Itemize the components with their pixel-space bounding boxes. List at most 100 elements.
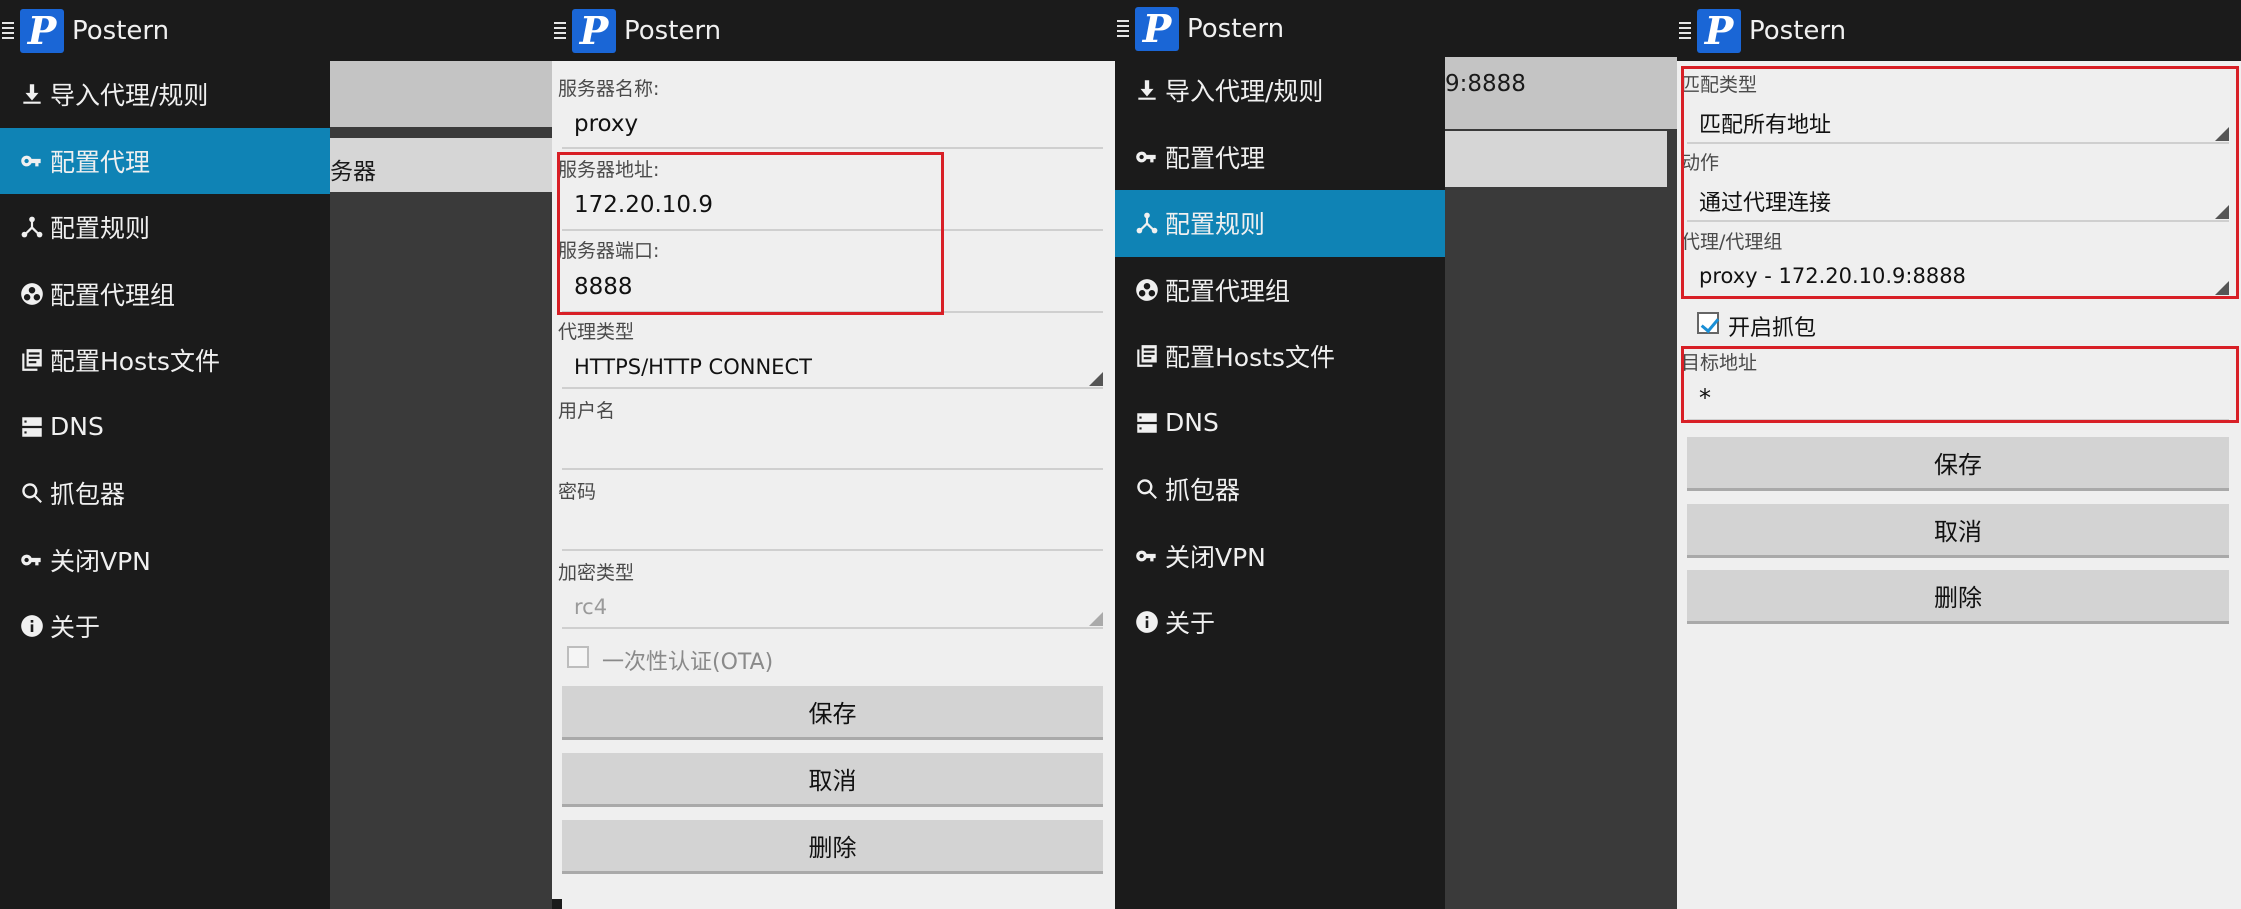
proxy-type-select[interactable]: HTTPS/HTTP CONNECT xyxy=(574,355,812,379)
background-toolbar xyxy=(330,61,552,127)
info-icon xyxy=(18,612,46,640)
panel-configure-proxy-drawer: P Postern 务器 导入代理/规则 配置代理 配置规则 配置代理组 配置Hosts… xyxy=(0,0,552,909)
drawer-item-label: 抓包器 xyxy=(1165,476,1241,506)
app-bar: P Postern xyxy=(1677,0,2241,61)
menu-icon[interactable] xyxy=(554,22,566,39)
drawer-item-label: 配置代理组 xyxy=(1165,276,1291,306)
drawer-item[interactable]: DNS xyxy=(0,394,330,461)
document-icon xyxy=(18,346,46,374)
drawer-item[interactable]: 配置代理 xyxy=(0,127,330,194)
drawer-item-label: 关闭VPN xyxy=(50,546,151,576)
drawer-item[interactable]: 导入代理/规则 xyxy=(1115,57,1445,124)
drawer-item-label: 关于 xyxy=(1165,609,1216,639)
download-icon xyxy=(18,80,46,108)
drawer-item-label: 配置规则 xyxy=(50,214,151,244)
delete-button[interactable]: 删除 xyxy=(562,820,1103,874)
drawer-item-label: DNS xyxy=(50,412,104,442)
app-title: Postern xyxy=(1187,13,1285,44)
navigation-drawer: 导入代理/规则 配置代理配置规则配置代理组配置Hosts文件 DNS 抓包器关闭VPN… xyxy=(1115,57,1445,909)
save-button[interactable]: 保存 xyxy=(562,686,1103,740)
divider xyxy=(562,627,1103,629)
password-label: 密码 xyxy=(558,481,597,503)
search-icon xyxy=(18,479,46,507)
background-row-text: 务器 xyxy=(330,159,376,185)
document-icon xyxy=(1133,342,1161,370)
app-bar: P Postern xyxy=(1115,0,1677,57)
drawer-item-label: 配置代理 xyxy=(1165,143,1266,173)
drawer-item-label: 关于 xyxy=(50,613,101,643)
divider xyxy=(562,468,1103,470)
highlight-box-rule-options xyxy=(1681,66,2239,299)
form-bottom-strip xyxy=(562,899,1115,909)
drawer-item[interactable]: 配置规则 xyxy=(0,194,330,261)
ota-label: 一次性认证(OTA) xyxy=(602,650,774,675)
menu-icon[interactable] xyxy=(1679,22,1691,39)
divider xyxy=(562,387,1103,389)
save-button[interactable]: 保存 xyxy=(1687,437,2229,491)
panel-proxy-edit-form: P Postern 服务器名称: proxy 服务器地址: 172.20.10.… xyxy=(552,0,1115,909)
dropdown-arrow-icon xyxy=(1089,372,1103,386)
proxy-form: 服务器名称: proxy 服务器地址: 172.20.10.9 服务器端口: 8… xyxy=(552,61,1115,899)
proxy-type-label: 代理类型 xyxy=(558,321,635,343)
drawer-item[interactable]: 配置代理组 xyxy=(0,261,330,328)
postern-logo-icon: P xyxy=(1135,6,1179,51)
cancel-button[interactable]: 取消 xyxy=(562,753,1103,807)
key-icon xyxy=(18,147,46,175)
drawer-item[interactable]: 关闭VPN xyxy=(0,527,330,594)
group-icon xyxy=(18,280,46,308)
drawer-item-label: 配置Hosts文件 xyxy=(1165,343,1335,373)
ota-checkbox[interactable] xyxy=(567,646,589,668)
divider xyxy=(562,549,1103,551)
server-name-label: 服务器名称: xyxy=(558,78,660,100)
drawer-item[interactable]: 关于 xyxy=(0,593,330,660)
highlight-box-address-port xyxy=(557,152,944,315)
fork-icon xyxy=(18,213,46,241)
drawer-item[interactable]: 配置规则 xyxy=(1115,190,1445,257)
encryption-type-select[interactable]: rc4 xyxy=(574,595,607,619)
cancel-button[interactable]: 取消 xyxy=(1687,504,2229,558)
delete-button[interactable]: 删除 xyxy=(1687,570,2229,624)
drawer-item-label: 导入代理/规则 xyxy=(50,81,209,111)
menu-icon[interactable] xyxy=(1117,20,1129,37)
capture-checkbox[interactable] xyxy=(1697,312,1719,334)
divider xyxy=(562,147,1103,149)
drawer-item[interactable]: 关闭VPN xyxy=(1115,523,1445,590)
key-icon xyxy=(18,546,46,574)
navigation-drawer: 导入代理/规则 配置代理配置规则配置代理组配置Hosts文件 DNS 抓包器关闭VPN… xyxy=(0,61,330,909)
app-title: Postern xyxy=(1749,15,1847,46)
server-name-input[interactable]: proxy xyxy=(574,111,638,137)
background-list-row xyxy=(1445,131,1667,187)
drawer-item-label: 关闭VPN xyxy=(1165,542,1266,572)
background-list-row: 务器 xyxy=(330,138,552,192)
username-label: 用户名 xyxy=(558,400,616,422)
drawer-item[interactable]: 配置Hosts文件 xyxy=(0,327,330,394)
panel-rule-edit-form: P Postern 匹配类型 匹配所有地址 动作 通过代理连接 代理/代理组 p… xyxy=(1677,0,2241,909)
postern-logo-icon: P xyxy=(572,8,616,53)
drawer-item[interactable]: 配置代理组 xyxy=(1115,257,1445,324)
background-row-text: 9:8888 xyxy=(1445,71,1526,97)
drawer-item[interactable]: 配置代理 xyxy=(1115,124,1445,191)
drawer-item-label: 配置Hosts文件 xyxy=(50,347,220,377)
drawer-item-label: 配置代理 xyxy=(50,147,151,177)
drawer-item[interactable]: 导入代理/规则 xyxy=(0,61,330,128)
drawer-item[interactable]: 配置Hosts文件 xyxy=(1115,323,1445,390)
menu-icon[interactable] xyxy=(2,22,14,39)
drawer-item[interactable]: 关于 xyxy=(1115,589,1445,656)
search-icon xyxy=(1133,475,1161,503)
drawer-item-label: 导入代理/规则 xyxy=(1165,77,1324,107)
capture-label: 开启抓包 xyxy=(1728,316,1817,341)
group-icon xyxy=(1133,276,1161,304)
drawer-item[interactable]: 抓包器 xyxy=(0,460,330,527)
background-list-row: 9:8888 xyxy=(1445,57,1677,129)
postern-logo-icon: P xyxy=(1697,8,1741,53)
drawer-item-label: DNS xyxy=(1165,408,1219,438)
info-icon xyxy=(1133,608,1161,636)
highlight-box-target-address xyxy=(1681,346,2239,423)
dropdown-arrow-icon xyxy=(1089,612,1103,626)
drawer-item-label: 配置规则 xyxy=(1165,210,1266,240)
drawer-item[interactable]: 抓包器 xyxy=(1115,456,1445,523)
key-icon xyxy=(1133,542,1161,570)
app-title: Postern xyxy=(72,15,170,46)
drawer-item[interactable]: DNS xyxy=(1115,390,1445,457)
app-bar: P Postern xyxy=(552,0,1115,61)
